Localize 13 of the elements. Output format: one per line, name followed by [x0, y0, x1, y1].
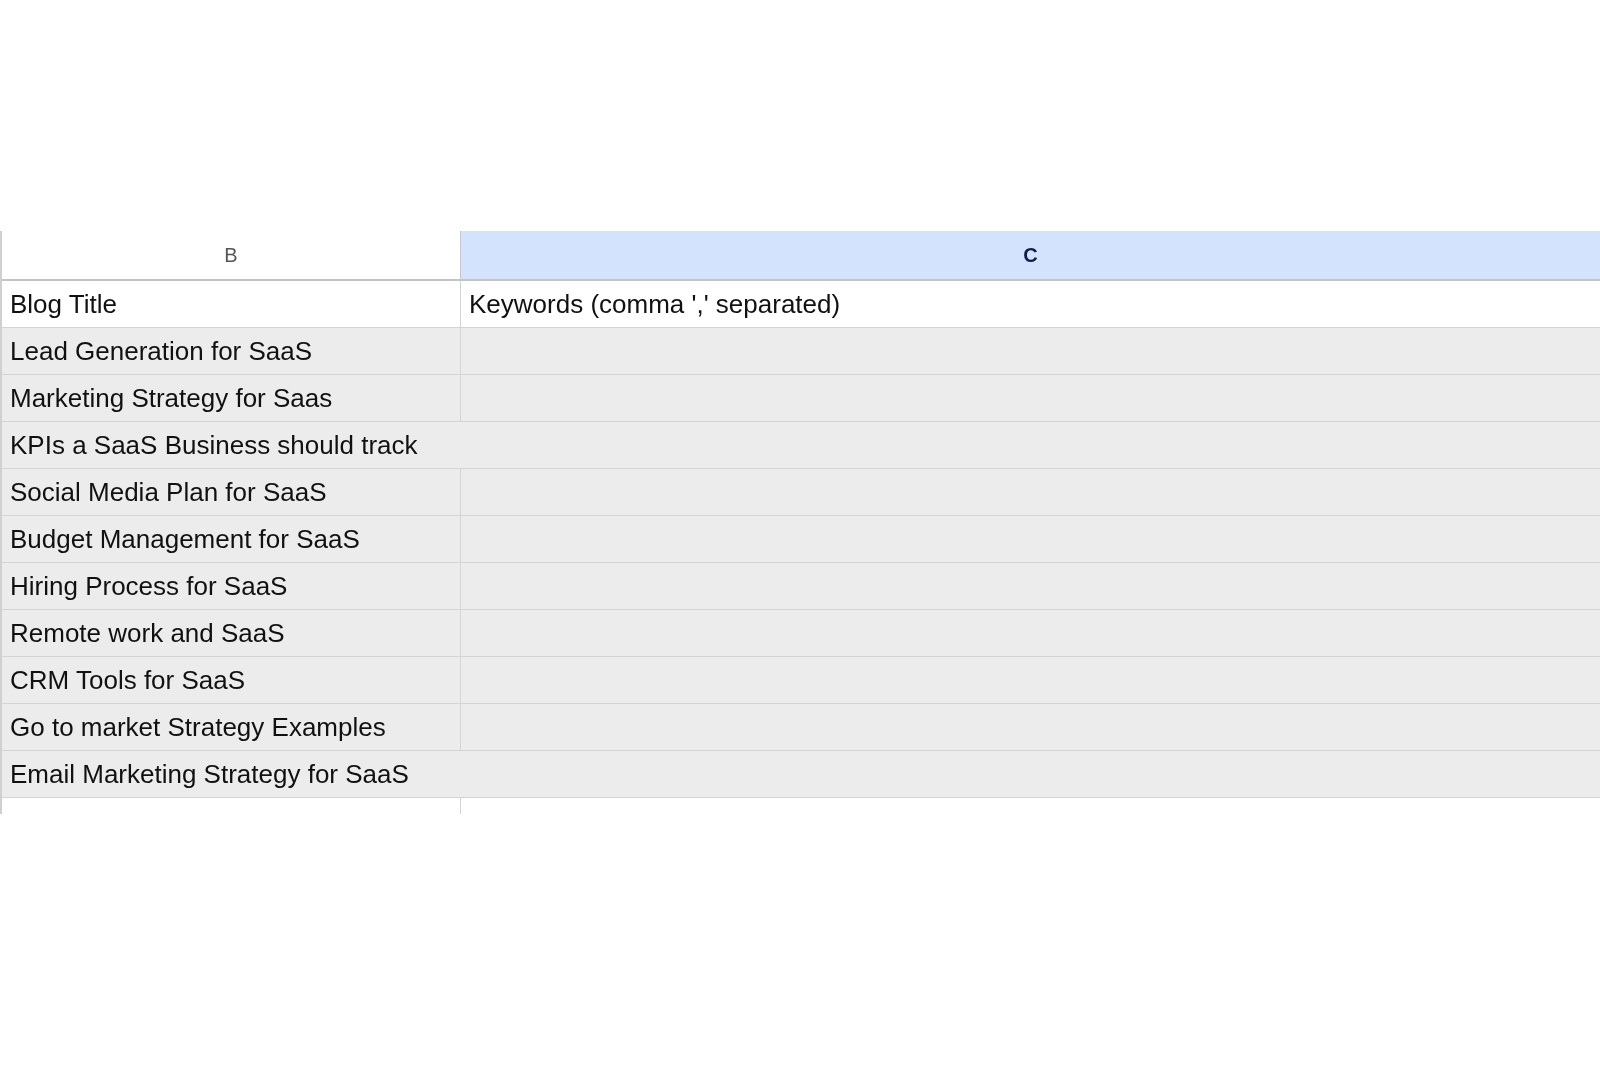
- table-cell: Go to market Strategy Examples: [2, 704, 461, 751]
- table-cell: Budget Management for SaaS: [2, 516, 461, 563]
- table-cell: CRM Tools for SaaS: [2, 657, 461, 704]
- table-cell: Email Marketing Strategy for SaaS: [2, 751, 1600, 798]
- column-header[interactable]: B: [2, 231, 461, 281]
- table-cell: Lead Generation for SaaS: [2, 328, 461, 375]
- table-cell: Remote work and SaaS: [2, 610, 461, 657]
- column-header[interactable]: C: [461, 231, 1600, 281]
- table-cell: Marketing Strategy for Saas: [2, 375, 461, 422]
- table-cell: KPIs a SaaS Business should track: [2, 422, 1600, 469]
- table-cell: Hiring Process for SaaS: [2, 563, 461, 610]
- table-cell: Blog Title: [2, 281, 461, 328]
- table-cell: Social Media Plan for SaaS: [2, 469, 461, 516]
